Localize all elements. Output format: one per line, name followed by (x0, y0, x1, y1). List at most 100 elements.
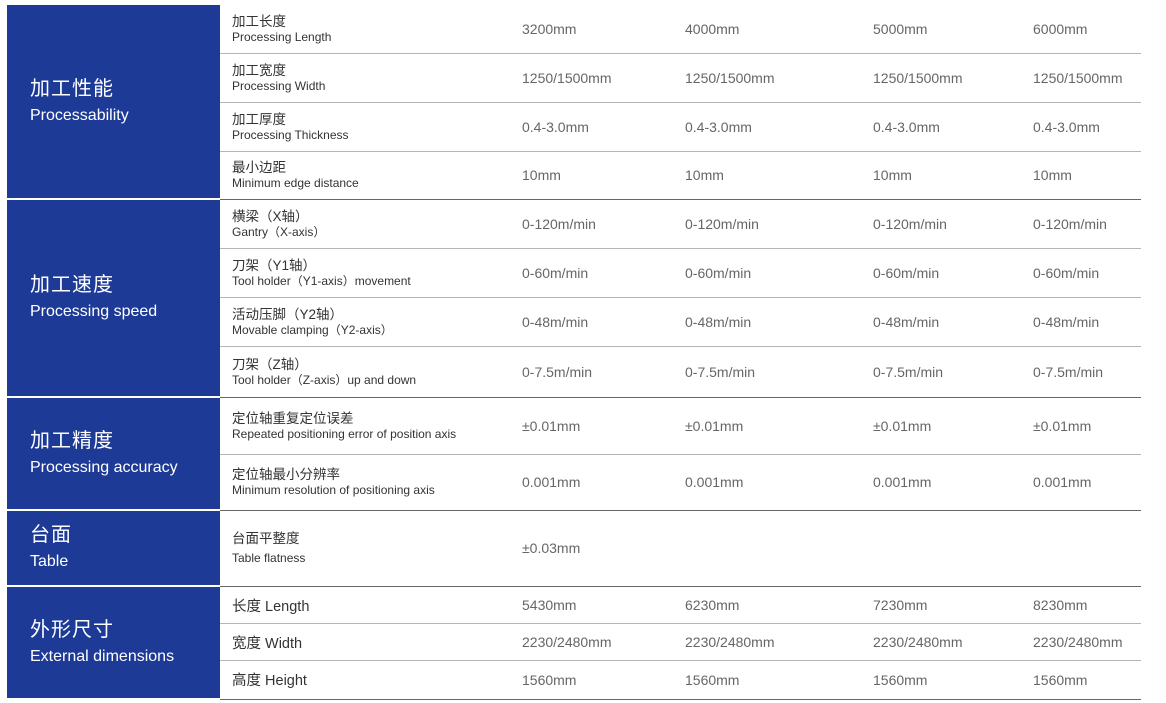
row-label-en: Minimum edge distance (232, 176, 359, 190)
spec-value: 0.4-3.0mm (522, 119, 589, 135)
spec-row-length: 长度 Length 5430mm 6230mm 7230mm 8230mm (220, 587, 1141, 624)
spec-row-width: 宽度 Width 2230/2480mm 2230/2480mm 2230/24… (220, 624, 1141, 661)
row-label: 宽度 Width (232, 635, 303, 652)
spec-value: ±0.01mm (873, 418, 932, 434)
spec-value: 10mm (522, 167, 561, 183)
spec-value: 2230/2480mm (873, 634, 963, 650)
spec-row-minimum-edge-distance: 最小边距 Minimum edge distance 10mm 10mm 10mm… (220, 152, 1141, 198)
row-label-zh: 加工厚度 (232, 112, 286, 127)
spec-value: 10mm (873, 167, 912, 183)
spec-value: 0-48m/min (522, 314, 589, 330)
category-processing-accuracy: 加工精度 Processing accuracy (7, 398, 220, 509)
spec-value: ±0.01mm (522, 418, 581, 434)
row-label: 长度 Length (232, 598, 310, 615)
category-processability: 加工性能 Processability (7, 5, 220, 198)
section-processing-speed: 加工速度 Processing speed 横梁（X轴） Gantry（X-axi… (7, 200, 1141, 398)
spec-value: 0.001mm (1033, 474, 1092, 490)
spec-row-gantry-x-axis: 横梁（X轴） Gantry（X-axis） 0-120m/min 0-120m/m… (220, 200, 1141, 249)
spec-value: 1560mm (522, 671, 577, 688)
spec-value: 1250/1500mm (873, 70, 963, 86)
spec-value: 10mm (685, 167, 724, 183)
row-label-zh: 台面平整度 (232, 531, 300, 546)
row-label-en: Tool holder（Z-axis）up and down (232, 372, 417, 387)
spec-value: 0.4-3.0mm (685, 119, 752, 135)
spec-value: 0.4-3.0mm (1033, 119, 1100, 135)
section-external-dimensions: 外形尺寸 External dimensions 长度 Length 5430m… (7, 587, 1141, 700)
spec-value: 0.001mm (522, 474, 581, 490)
spec-value: 0.001mm (873, 474, 932, 490)
spec-value: 6230mm (685, 597, 740, 613)
row-label-en: Tool holder（Y1-axis）movement (232, 274, 411, 288)
spec-value: 5430mm (522, 597, 577, 613)
spec-value: 0-60m/min (873, 265, 940, 281)
spec-value: 0-7.5m/min (1033, 363, 1104, 380)
spec-value: 0-7.5m/min (873, 363, 944, 380)
spec-row-movable-clamping-y2: 活动压脚（Y2轴） Movable clamping（Y2-axis） 0-48m… (220, 298, 1141, 347)
spec-value: 4000mm (685, 21, 740, 37)
row-label-en: Minimum resolution of positioning axis (232, 483, 435, 497)
spec-row-processing-thickness: 加工厚度 Processing Thickness 0.4-3.0mm 0.4-3… (220, 103, 1141, 152)
spec-value: 0.001mm (685, 474, 744, 490)
category-title-en: Table (30, 553, 69, 570)
category-title-en: Processability (30, 106, 129, 124)
row-label-en: Processing Width (232, 79, 326, 93)
spec-value: 2230/2480mm (522, 634, 612, 650)
spec-value: 1250/1500mm (522, 70, 612, 86)
spec-value: 0-48m/min (685, 314, 752, 330)
spec-value: 6000mm (1033, 21, 1088, 37)
spec-value: ±0.01mm (685, 418, 744, 434)
row-label-en: Gantry（X-axis） (232, 225, 326, 239)
spec-value: 0-120m/min (685, 216, 759, 232)
row-label-zh: 定位轴最小分辨率 (232, 467, 340, 482)
spec-value: 8230mm (1033, 597, 1088, 613)
spec-value: 0-60m/min (522, 265, 589, 281)
section-processability: 加工性能 Processability 加工长度 Processing Lengt… (7, 5, 1141, 200)
category-title-zh: 加工速度 (30, 274, 114, 296)
category-title-en: External dimensions (30, 647, 175, 665)
section-processing-accuracy: 加工精度 Processing accuracy 定位轴重复定位误差 Repeat… (7, 398, 1141, 511)
spec-value: 0-120m/min (522, 216, 596, 232)
spec-value: 0-7.5m/min (522, 363, 593, 380)
spec-row-repeat-positioning-error: 定位轴重复定位误差 Repeated positioning error of p… (220, 398, 1141, 455)
row-label-en: Processing Length (232, 30, 332, 44)
spec-value: 7230mm (873, 597, 928, 613)
spec-value: 2230/2480mm (685, 634, 775, 650)
category-title-en: Processing accuracy (30, 458, 178, 476)
category-table: 台面 Table (7, 511, 220, 585)
spec-row-tool-holder-z: 刀架（Z轴） Tool holder（Z-axis）up and down 0-7… (220, 347, 1141, 396)
spec-value: 0.4-3.0mm (873, 119, 940, 135)
spec-value: 5000mm (873, 21, 928, 37)
row-label-en: Table flatness (232, 551, 306, 565)
row-label-en: Repeated positioning error of position a… (232, 427, 457, 441)
row-label-zh: 定位轴重复定位误差 (232, 411, 354, 426)
row-label-en: Processing Thickness (232, 128, 349, 142)
row-label-zh: 加工宽度 (232, 63, 286, 78)
spec-value: 0-48m/min (1033, 314, 1100, 330)
spec-value: 1250/1500mm (1033, 70, 1123, 86)
spec-value: ±0.01mm (1033, 418, 1092, 434)
spec-table: 加工性能 Processability 加工长度 Processing Lengt… (7, 5, 1141, 700)
spec-value: 0-120m/min (873, 216, 947, 232)
category-title-zh: 外形尺寸 (30, 618, 114, 641)
spec-value: 3200mm (522, 21, 577, 37)
spec-value: 0-60m/min (1033, 265, 1100, 281)
category-title-en: Processing speed (30, 303, 158, 320)
row-label: 高度 Height (232, 673, 307, 689)
spec-value: 1250/1500mm (685, 70, 775, 86)
row-label-zh: 刀架（Y1轴） (232, 258, 317, 273)
row-label-zh: 加工长度 (232, 14, 286, 29)
spec-row-processing-length: 加工长度 Processing Length 3200mm 4000mm 5000… (220, 5, 1141, 54)
spec-row-processing-width: 加工宽度 Processing Width 1250/1500mm 1250/15… (220, 54, 1141, 103)
spec-value: 1560mm (873, 671, 928, 688)
row-label-zh: 最小边距 (232, 160, 286, 175)
spec-row-minimum-resolution: 定位轴最小分辨率 Minimum resolution of positionin… (220, 455, 1141, 509)
row-label-zh: 活动压脚（Y2轴） (232, 307, 344, 322)
category-title-zh: 加工性能 (30, 77, 114, 100)
row-label-zh: 刀架（Z轴） (232, 356, 308, 372)
category-title-zh: 台面 (30, 524, 72, 546)
category-external-dimensions: 外形尺寸 External dimensions (7, 587, 220, 698)
spec-row-tool-holder-y1: 刀架（Y1轴） Tool holder（Y1-axis）movement 0-60… (220, 249, 1141, 298)
spec-value: 10mm (1033, 167, 1072, 183)
spec-value: 2230/2480mm (1033, 634, 1123, 650)
spec-value: 0-7.5m/min (685, 363, 756, 380)
